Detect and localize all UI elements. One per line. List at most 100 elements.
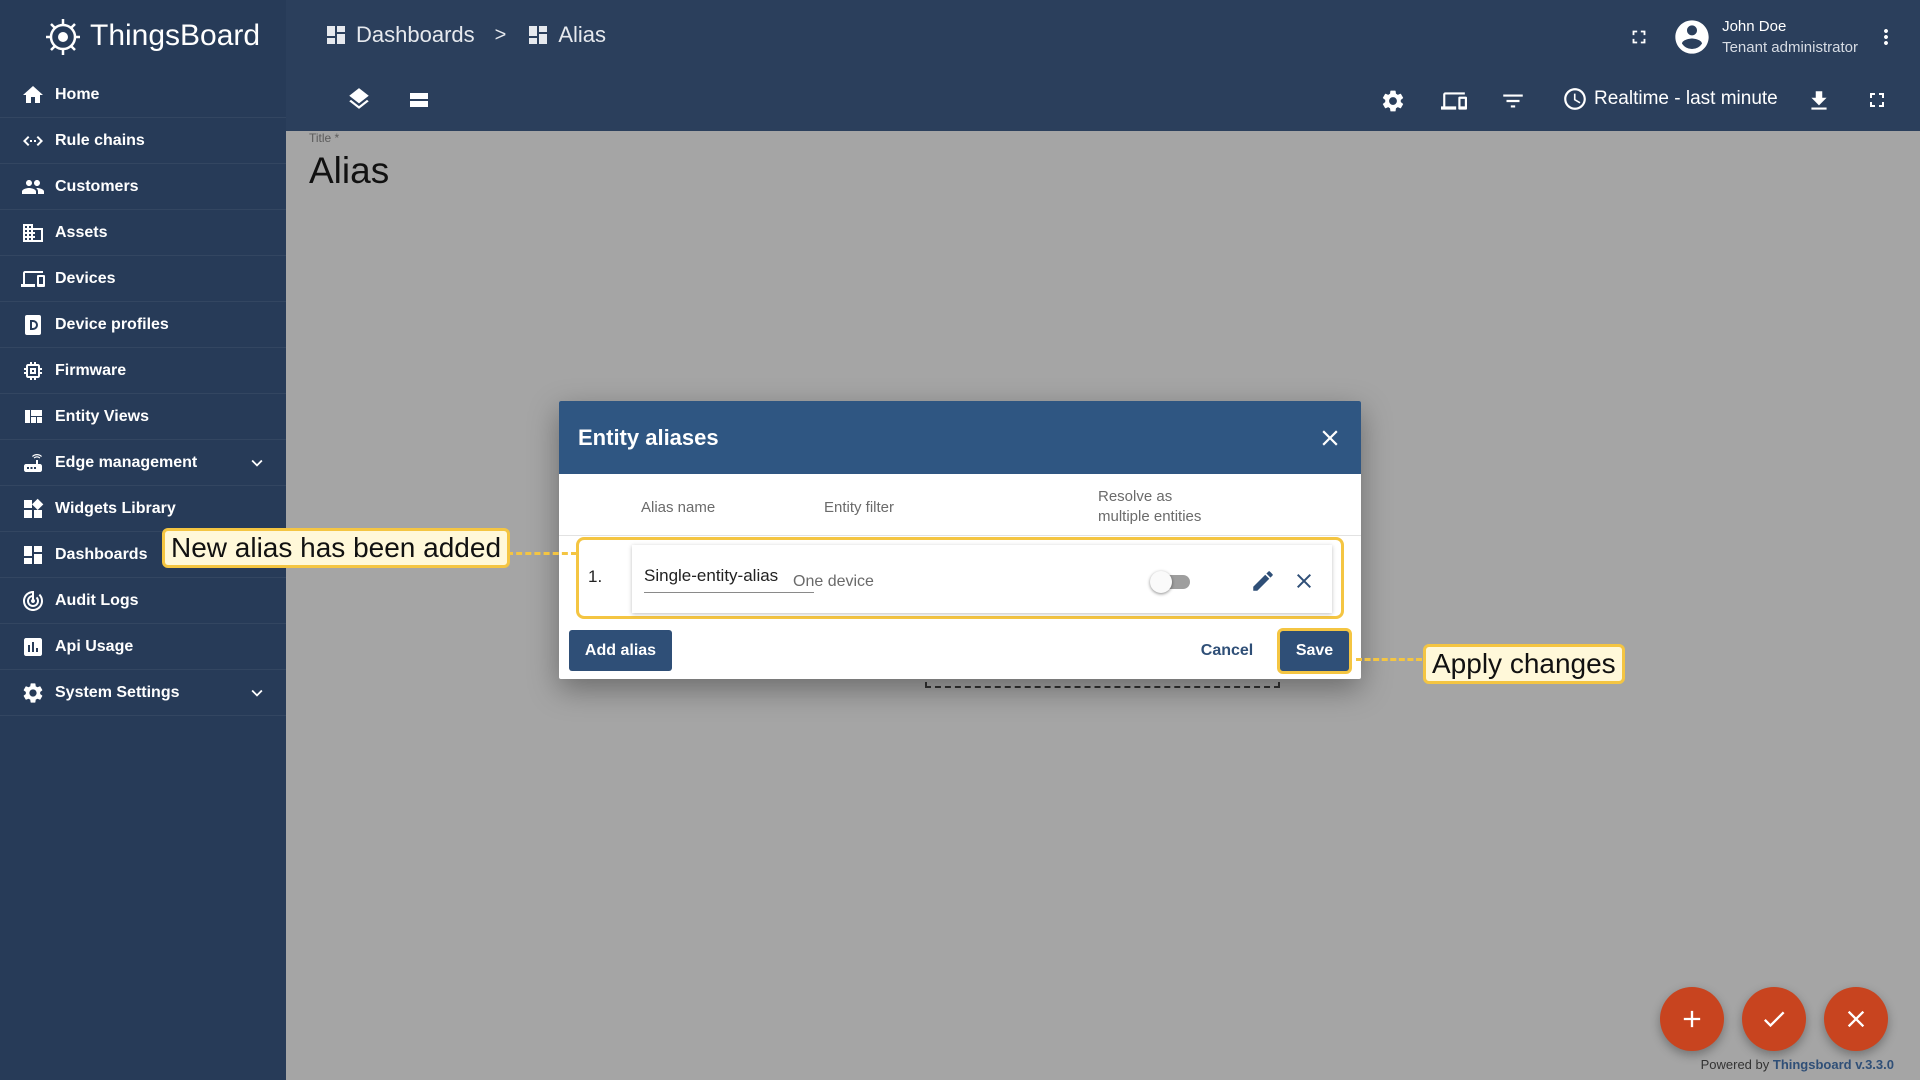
callout-apply-changes: Apply changes <box>1423 644 1625 684</box>
people-icon <box>20 174 46 200</box>
powered-link[interactable]: Thingsboard v.3.3.0 <box>1773 1057 1894 1072</box>
column-entity-filter: Entity filter <box>824 499 895 516</box>
cancel-button[interactable]: Cancel <box>1192 630 1262 671</box>
fullscreen-dashboard-icon[interactable] <box>1865 88 1889 112</box>
sidebar-item-label: System Settings <box>55 683 180 701</box>
dashboard-icon <box>20 542 46 568</box>
more-vert-icon[interactable] <box>1874 24 1898 50</box>
devices-icon <box>20 266 46 292</box>
alias-row: Single-entity-alias One device <box>632 545 1332 613</box>
gear-icon <box>20 680 46 706</box>
title-field-label: Title * <box>309 131 340 145</box>
toggle-knob <box>1150 571 1172 593</box>
sidebar-item-api-usage[interactable]: Api Usage <box>0 624 286 670</box>
edit-icon[interactable] <box>1250 568 1276 599</box>
entity-filter-value: One device <box>793 573 874 590</box>
insert-chart-icon <box>20 634 46 660</box>
sidebar-item-label: Edge management <box>55 453 198 471</box>
sidebar-item-label: Widgets Library <box>55 499 176 517</box>
sidebar-item-label: Firmware <box>55 361 127 379</box>
chevron-down-icon[interactable] <box>246 682 268 709</box>
dialog-title: Entity aliases <box>578 424 719 450</box>
add-alias-button[interactable]: Add alias <box>569 630 672 671</box>
sidebar-item-label: Assets <box>55 223 108 241</box>
rule-chain-icon <box>20 128 46 154</box>
sidebar-item-entity-views[interactable]: Entity Views <box>0 394 286 440</box>
sidebar-item-label: Rule chains <box>55 131 145 149</box>
user-name: John Doe <box>1722 18 1787 35</box>
powered-prefix: Powered by <box>1700 1057 1770 1072</box>
apply-dashboard-fab[interactable] <box>1742 987 1806 1051</box>
sidebar-item-assets[interactable]: Assets <box>0 210 286 256</box>
sidebar-item-label: Api Usage <box>55 637 134 655</box>
breadcrumb-dashboards[interactable]: Dashboards <box>356 22 475 48</box>
sidebar-nav: Home Rule chains Customers Assets Devices Dev… <box>0 72 286 716</box>
user-role: Tenant administrator <box>1722 39 1858 56</box>
sidebar-item-edge-management[interactable]: Edge management <box>0 440 286 486</box>
discard-dashboard-fab[interactable] <box>1824 987 1888 1051</box>
app-logo[interactable]: ThingsBoard <box>0 0 286 72</box>
timewindow-label: Realtime - last minute <box>1594 88 1778 109</box>
sidebar-item-firmware[interactable]: Firmware <box>0 348 286 394</box>
timewindow-button[interactable]: Realtime - last minute <box>1562 86 1778 112</box>
clock-icon <box>1564 88 1586 110</box>
alias-name-input[interactable]: Single-entity-alias <box>644 563 814 593</box>
remove-alias-icon[interactable] <box>1292 569 1316 598</box>
callout-new-alias-connector <box>507 552 577 555</box>
sidebar-item-device-profiles[interactable]: Device profiles <box>0 302 286 348</box>
column-resolve-line2: multiple entities <box>1098 508 1202 525</box>
view-quilt-icon <box>20 404 46 430</box>
dialog-header: Entity aliases <box>559 401 1361 474</box>
router-icon <box>20 450 46 476</box>
close-icon[interactable] <box>1317 425 1343 457</box>
close-icon <box>1847 1010 1865 1028</box>
sidebar-item-rule-chains[interactable]: Rule chains <box>0 118 286 164</box>
sidebar-item-label: Devices <box>55 269 116 287</box>
chip-icon <box>20 358 46 384</box>
sidebar-item-label: Home <box>55 85 100 103</box>
widgets-icon <box>20 496 46 522</box>
dashboard-icon <box>324 23 348 47</box>
sidebar-item-home[interactable]: Home <box>0 72 286 118</box>
app-name: ThingsBoard <box>90 19 261 52</box>
check-icon <box>1763 1011 1785 1028</box>
callout-apply-connector <box>1356 658 1422 661</box>
layers-icon[interactable] <box>346 86 372 112</box>
chevron-down-icon[interactable] <box>246 452 268 479</box>
column-resolve-line1: Resolve as <box>1098 488 1173 505</box>
sidebar-item-label: Audit Logs <box>55 591 139 609</box>
save-button[interactable]: Save <box>1277 628 1352 674</box>
row-index: 1. <box>588 567 603 586</box>
user-menu[interactable]: John Doe Tenant administrator <box>1672 16 1858 58</box>
sidebar-item-audit-logs[interactable]: Audit Logs <box>0 578 286 624</box>
sidebar-item-label: Dashboards <box>55 545 148 563</box>
sidebar-item-label: Device profiles <box>55 315 169 333</box>
devices-icon[interactable] <box>1440 88 1468 114</box>
breadcrumb: Dashboards > Alias <box>324 22 606 48</box>
plus-icon <box>1683 1010 1701 1028</box>
alias-table-header: Alias name Entity filter Resolve as mult… <box>559 474 1361 536</box>
callout-new-alias: New alias has been added <box>162 528 511 568</box>
filter-list-icon[interactable] <box>1500 88 1526 114</box>
view-agenda-icon[interactable] <box>406 88 432 112</box>
thingsboard-logo-icon <box>46 19 80 55</box>
add-widget-fab[interactable] <box>1660 987 1724 1051</box>
powered-by: Powered by Thingsboard v.3.3.0 <box>1701 1057 1894 1072</box>
download-icon[interactable] <box>1806 88 1832 114</box>
sidebar-item-widgets-library[interactable]: Widgets Library <box>0 486 286 532</box>
account-circle-icon <box>1675 20 1709 54</box>
sidebar-item-devices[interactable]: Devices <box>0 256 286 302</box>
top-header: Dashboards > Alias John Doe Tenant admin… <box>286 0 1920 131</box>
sidebar-item-customers[interactable]: Customers <box>0 164 286 210</box>
resolve-multiple-toggle[interactable] <box>1150 571 1190 593</box>
track-changes-icon <box>20 588 46 614</box>
sidebar-item-system-settings[interactable]: System Settings <box>0 670 286 716</box>
entity-aliases-dialog: Entity aliases Alias name Entity filter … <box>559 401 1361 679</box>
gear-icon[interactable] <box>1380 88 1406 114</box>
home-icon <box>20 82 46 108</box>
dashboard-icon <box>526 23 550 47</box>
sidebar-item-label: Customers <box>55 177 139 195</box>
dashboard-title[interactable]: Alias <box>309 150 389 192</box>
fullscreen-icon[interactable] <box>1628 26 1650 48</box>
building-icon <box>20 220 46 246</box>
